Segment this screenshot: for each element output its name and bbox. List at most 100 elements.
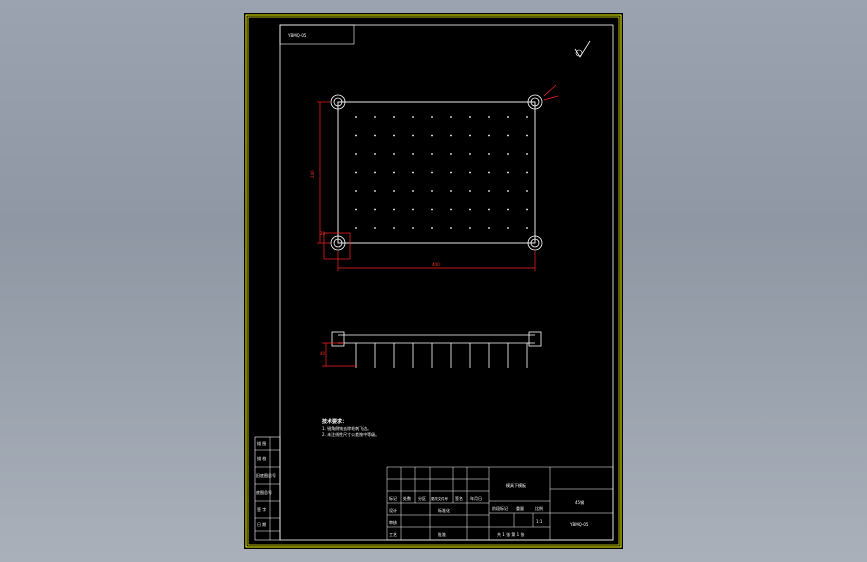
hole [469,153,471,155]
hole [431,134,433,137]
corner-bolt [330,94,543,251]
hole [526,190,528,192]
hole [393,116,395,118]
tb-header: 分区 [418,495,426,501]
dim-height: 40 [320,351,326,356]
tb-standardization: 标准化 [438,507,450,513]
tb-header: 更改文件号 [431,496,449,501]
hole [488,190,490,192]
tb-header: 处数 [403,495,411,501]
strip-label: 旧底图总号 [256,472,276,478]
hole [526,171,528,174]
hole [526,153,528,155]
hole [355,227,357,229]
top-view: 240 400 20 [310,84,559,271]
tb-header: 签名 [455,495,463,501]
hole [507,208,509,211]
hole [488,116,490,118]
hole [507,153,509,155]
hole [431,208,433,211]
hole [469,208,471,211]
hole [488,171,490,174]
hole [507,190,509,192]
hole [374,153,376,155]
tb-approve: 批准 [438,531,446,537]
hole [355,153,357,155]
hole [412,190,414,192]
tech-line: 2. 未注线性尺寸公差按中等级。 [322,431,379,437]
tb-sheet-info: 共 1 张 第 1 张 [497,531,524,537]
tb-role: 审核 [389,519,397,525]
hole [431,116,433,118]
hole [431,171,433,174]
tb-weight: 重量 [516,505,524,511]
dim-vertical: 240 [310,170,315,178]
hole [488,208,490,211]
hole [355,208,357,211]
hole [355,171,357,174]
hole [526,134,528,137]
hole [488,153,490,155]
tech-title: 技术要求： [322,418,347,425]
hole [507,171,509,174]
hole [450,171,452,174]
hole [374,134,376,137]
tb-material: 45钢 [575,499,584,505]
hole [431,190,433,192]
hole [393,153,395,155]
hole [507,116,509,118]
hole [431,153,433,155]
hole [450,227,452,229]
dim-horizontal: 400 [432,262,440,267]
tb-scale-label: 比例 [535,505,543,511]
hole [507,134,509,137]
tb-role: 工艺 [389,532,397,537]
plate-outline [337,101,536,244]
hole [393,208,395,211]
hole [393,190,395,192]
drawing-canvas: 描 图 描 校 旧底图总号 底图总号 签 字 日 期 YBMQ-05 240 4… [245,14,622,548]
strip-label: 日 期 [257,521,266,527]
hole [450,153,452,155]
dim-corner: 20 [320,231,326,236]
tb-drawing-number: YBMQ-05 [569,522,589,527]
hole [393,227,395,229]
hole [450,190,452,192]
outer-frame-inner [247,16,620,546]
hole [526,208,528,211]
tb-scale: 1:1 [536,519,543,524]
strip-label: 底图总号 [256,489,272,495]
strip-label: 签 字 [257,506,266,512]
hole [412,116,414,118]
hole [450,208,452,211]
hole [374,116,376,118]
hole [469,171,471,174]
hole-grid [355,116,528,229]
strip-label: 描 图 [257,440,266,446]
tb-stage: 阶段标记 [492,505,508,511]
hole [488,227,490,229]
tb-role: 设计 [389,507,397,513]
hole [355,116,357,118]
cad-drawing-sheet[interactable]: 描 图 描 校 旧底图总号 底图总号 签 字 日 期 YBMQ-05 240 4… [244,13,623,549]
hole [526,116,528,118]
hole [412,134,414,137]
hole [374,227,376,229]
roughness-symbol [574,40,591,58]
code-box-text: YBMQ-05 [287,33,307,38]
tech-line: 1. 锐角倒钝去除毛刺飞边。 [322,425,371,431]
technical-requirements: 技术要求： 1. 锐角倒钝去除毛刺飞边。 2. 未注线性尺寸公差按中等级。 [322,418,379,437]
hole [374,208,376,211]
hole [412,153,414,155]
hole [374,190,376,192]
hole [393,134,395,137]
tb-header: 年月日 [470,495,482,501]
hole [412,227,414,229]
hole [412,208,414,211]
hole [469,116,471,118]
hole [469,227,471,229]
tb-part-name: 模具下模板 [506,482,526,488]
hole [355,134,357,137]
hole [488,134,490,137]
drawing-code-box: YBMQ-05 [279,24,355,45]
